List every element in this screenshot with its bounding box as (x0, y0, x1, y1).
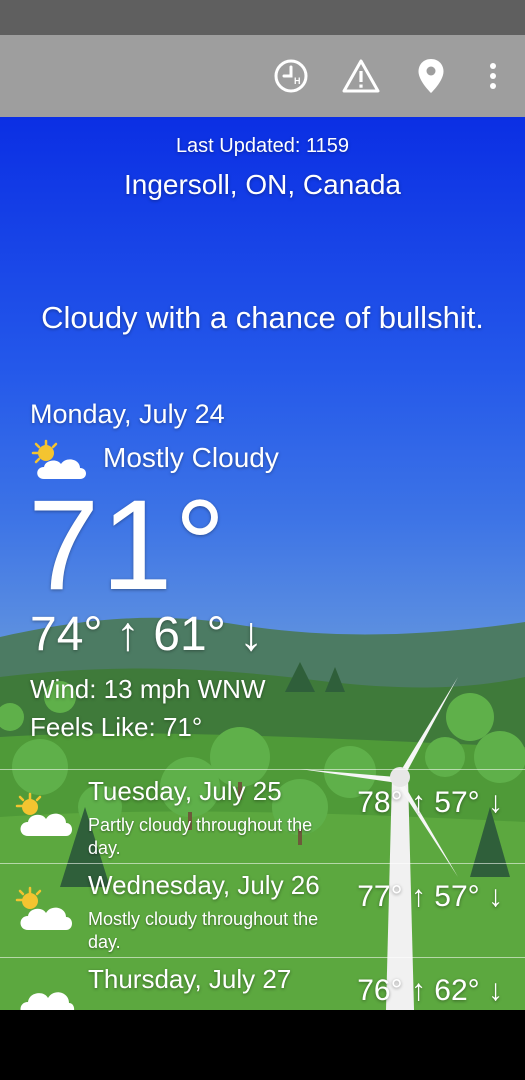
feels-like-info: Feels Like: 71° (30, 712, 203, 742)
partly-cloudy-icon (14, 792, 76, 842)
svg-text:H: H (294, 76, 301, 86)
forecast-day: Thursday, July 27 (88, 964, 292, 994)
today-high-low: 74° ↑ 61° ↓ (30, 608, 264, 661)
forecast-high-low: 77° ↑ 57° ↓ (357, 880, 503, 913)
current-date: Monday, July 24 (30, 399, 225, 429)
current-temperature: 71° (28, 474, 228, 617)
alert-triangle-icon[interactable] (340, 55, 382, 97)
forecast-description: Partly cloudy throughout the day. (88, 815, 313, 858)
current-condition: Mostly Cloudy (103, 442, 279, 473)
location-title[interactable]: Ingersoll, ON, Canada (0, 169, 525, 201)
more-vertical-icon[interactable] (472, 55, 514, 97)
cloud-icon (14, 978, 76, 1010)
location-pin-icon[interactable] (410, 55, 452, 97)
last-updated-label: Last Updated: 1159 (175, 135, 350, 157)
navigation-bar (0, 1010, 525, 1080)
partly-cloudy-icon (14, 886, 76, 936)
forecast-day: Tuesday, July 25 (88, 776, 282, 806)
weather-slogan: Cloudy with a chance of bullshit. (41, 300, 484, 335)
forecast-row[interactable]: Thursday, July 27 76° ↑ 62° ↓ (0, 957, 525, 1010)
forecast-row[interactable]: Tuesday, July 25 Partly cloudy throughou… (0, 769, 525, 864)
app-toolbar: H (0, 35, 525, 117)
hourly-clock-icon[interactable]: H (270, 55, 312, 97)
wind-info: Wind: 13 mph WNW (30, 674, 266, 704)
forecast-high-low: 76° ↑ 62° ↓ (357, 974, 503, 1007)
status-bar (0, 0, 525, 35)
forecast-high-low: 78° ↑ 57° ↓ (357, 786, 503, 819)
forecast-day: Wednesday, July 26 (88, 870, 320, 900)
weather-scene: Last Updated: 1159 Ingersoll, ON, Canada… (0, 117, 525, 1010)
forecast-description: Mostly cloudy throughout the day. (88, 909, 319, 952)
forecast-row[interactable]: Wednesday, July 26 Mostly cloudy through… (0, 863, 525, 958)
